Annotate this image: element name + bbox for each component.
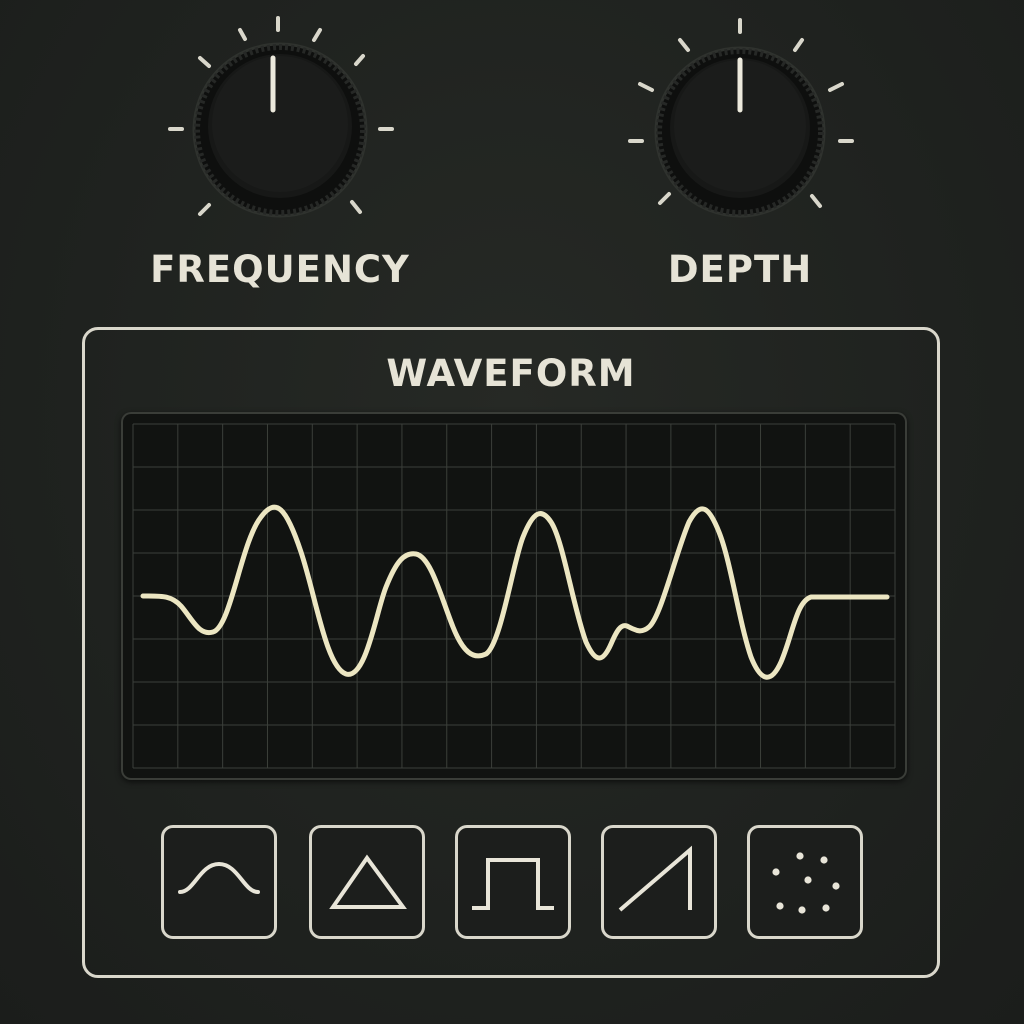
frequency-label: FREQUENCY xyxy=(150,248,410,291)
frequency-knob[interactable] xyxy=(130,0,430,240)
oscilloscope-display xyxy=(121,412,907,780)
square-wave-button[interactable] xyxy=(455,825,571,939)
waveform-trace xyxy=(140,504,890,680)
depth-knob[interactable] xyxy=(590,0,890,240)
oscilloscope-screen xyxy=(132,423,896,769)
random-noise-icon xyxy=(772,852,840,914)
random-noise-button[interactable] xyxy=(747,825,863,939)
waveform-selector xyxy=(161,825,871,941)
waveform-panel: WAVEFORM xyxy=(82,327,940,978)
frequency-knob-section: FREQUENCY xyxy=(130,0,430,310)
triangle-wave-button[interactable] xyxy=(309,825,425,939)
sine-wave-button[interactable] xyxy=(161,825,277,939)
oscilloscope-grid xyxy=(132,423,896,769)
sine-wave-icon xyxy=(178,861,260,894)
waveform-title: WAVEFORM xyxy=(386,352,636,395)
square-wave-icon xyxy=(472,858,554,910)
depth-knob-section: DEPTH xyxy=(590,0,890,310)
sawtooth-wave-icon xyxy=(618,845,692,912)
depth-label: DEPTH xyxy=(667,248,813,291)
sawtooth-wave-button[interactable] xyxy=(601,825,717,939)
triangle-wave-icon xyxy=(329,854,407,909)
